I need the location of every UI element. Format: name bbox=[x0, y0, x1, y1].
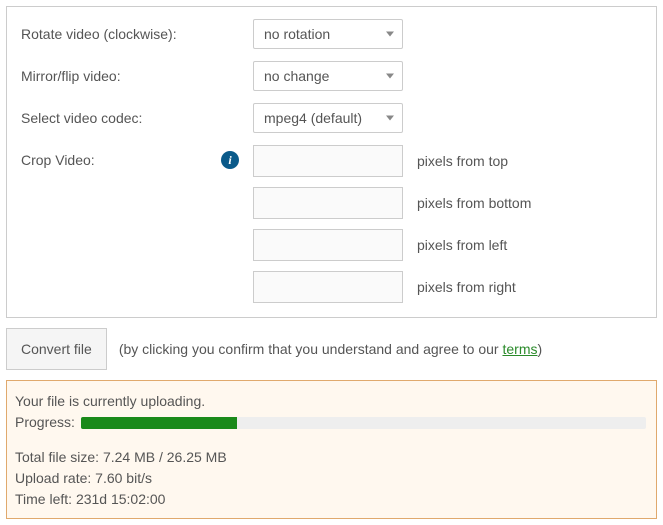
upload-rate-line: Upload rate: 7.60 bit/s bbox=[15, 468, 646, 489]
mirror-select-value: no change bbox=[264, 68, 329, 84]
crop-inputs: pixels from top pixels from bottom pixel… bbox=[253, 145, 531, 303]
upload-rate-value: 7.60 bit/s bbox=[95, 470, 152, 486]
rotate-select-value: no rotation bbox=[264, 26, 330, 42]
crop-right-input[interactable] bbox=[253, 271, 403, 303]
crop-top-input[interactable] bbox=[253, 145, 403, 177]
crop-left-input[interactable] bbox=[253, 229, 403, 261]
codec-select[interactable]: mpeg4 (default) bbox=[253, 103, 403, 133]
crop-bottom-input[interactable] bbox=[253, 187, 403, 219]
time-left-label: Time left: bbox=[15, 491, 76, 507]
chevron-down-icon bbox=[386, 32, 394, 37]
crop-bottom-suffix: pixels from bottom bbox=[417, 195, 531, 211]
crop-left-suffix: pixels from left bbox=[417, 237, 507, 253]
time-left-line: Time left: 231d 15:02:00 bbox=[15, 489, 646, 510]
confirm-post: ) bbox=[537, 341, 542, 357]
progress-bar bbox=[81, 417, 646, 429]
chevron-down-icon bbox=[386, 116, 394, 121]
convert-button[interactable]: Convert file bbox=[6, 328, 107, 370]
mirror-label: Mirror/flip video: bbox=[21, 68, 253, 84]
crop-label-col: Crop Video: i bbox=[21, 145, 253, 169]
crop-top-suffix: pixels from top bbox=[417, 153, 508, 169]
codec-row: Select video codec: mpeg4 (default) bbox=[21, 103, 642, 133]
rotate-select[interactable]: no rotation bbox=[253, 19, 403, 49]
codec-label: Select video codec: bbox=[21, 110, 253, 126]
total-size-label: Total file size: bbox=[15, 449, 103, 465]
terms-link[interactable]: terms bbox=[502, 341, 537, 357]
crop-row: Crop Video: i pixels from top pixels fro… bbox=[21, 145, 642, 303]
confirm-pre: (by clicking you confirm that you unders… bbox=[119, 341, 503, 357]
info-icon[interactable]: i bbox=[221, 151, 239, 169]
mirror-select[interactable]: no change bbox=[253, 61, 403, 91]
rotate-label: Rotate video (clockwise): bbox=[21, 26, 253, 42]
codec-select-value: mpeg4 (default) bbox=[264, 110, 362, 126]
upload-rate-label: Upload rate: bbox=[15, 470, 95, 486]
progress-line: Progress: bbox=[15, 412, 646, 433]
progress-bar-fill bbox=[81, 417, 237, 429]
progress-label: Progress: bbox=[15, 412, 75, 433]
total-size-value: 7.24 MB / 26.25 MB bbox=[103, 449, 227, 465]
video-options-panel: Rotate video (clockwise): no rotation Mi… bbox=[6, 6, 657, 318]
mirror-row: Mirror/flip video: no change bbox=[21, 61, 642, 91]
crop-label: Crop Video: bbox=[21, 152, 95, 168]
convert-row: Convert file (by clicking you confirm th… bbox=[6, 328, 657, 370]
time-left-value: 231d 15:02:00 bbox=[76, 491, 166, 507]
crop-right-suffix: pixels from right bbox=[417, 279, 516, 295]
total-size-line: Total file size: 7.24 MB / 26.25 MB bbox=[15, 447, 646, 468]
upload-status-box: Your file is currently uploading. Progre… bbox=[6, 380, 657, 519]
rotate-row: Rotate video (clockwise): no rotation bbox=[21, 19, 642, 49]
chevron-down-icon bbox=[386, 74, 394, 79]
upload-status-text: Your file is currently uploading. bbox=[15, 391, 646, 412]
confirm-text: (by clicking you confirm that you unders… bbox=[119, 340, 542, 358]
